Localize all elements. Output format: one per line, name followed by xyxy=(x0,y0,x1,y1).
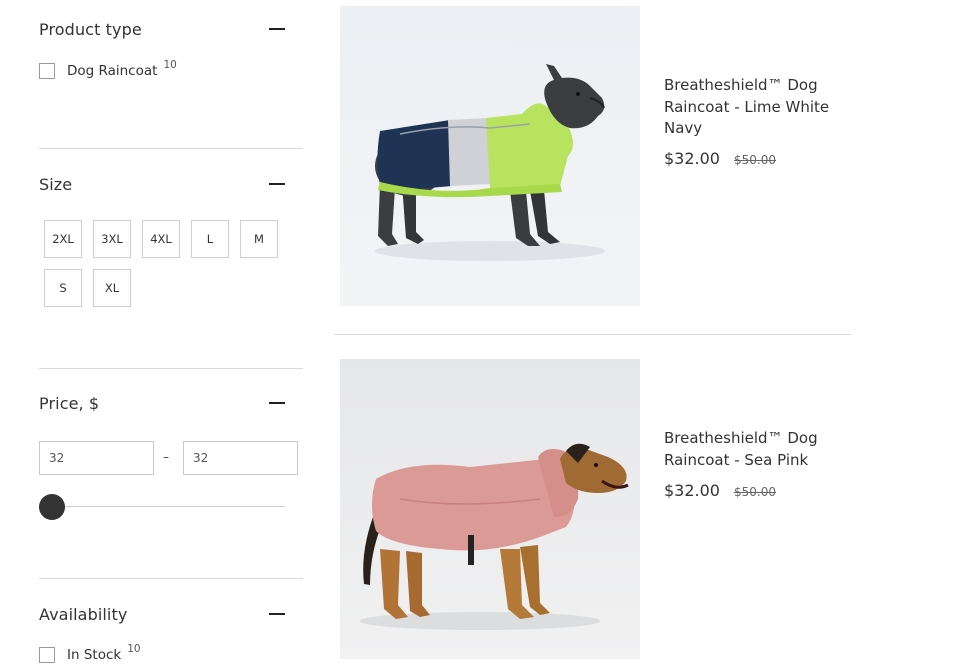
filter-availability-header[interactable]: Availability xyxy=(39,602,285,626)
size-option-xl[interactable]: XL xyxy=(93,269,131,307)
collapse-minus-icon[interactable] xyxy=(269,176,285,192)
filter-divider xyxy=(39,148,303,149)
price-range-separator: – xyxy=(163,450,169,464)
size-option-3xl[interactable]: 3XL xyxy=(93,220,131,258)
filter-product-type-header[interactable]: Product type xyxy=(39,17,285,41)
product-price-row: $32.00 $50.00 xyxy=(664,481,776,500)
size-option-m[interactable]: M xyxy=(240,220,278,258)
filter-option-count: 10 xyxy=(127,643,141,655)
filter-option-dog-raincoat[interactable]: Dog Raincoat 10 xyxy=(39,59,177,79)
size-option-l[interactable]: L xyxy=(191,220,229,258)
filter-size-title: Size xyxy=(39,174,73,194)
size-option-s[interactable]: S xyxy=(44,269,82,307)
filter-divider xyxy=(39,578,303,579)
collection-page: Product type Dog Raincoat 10 Size 2XL 3X… xyxy=(0,0,959,669)
filter-product-type-title: Product type xyxy=(39,19,142,39)
product-price-row: $32.00 $50.00 xyxy=(664,149,776,168)
dog-raincoat-checkbox[interactable] xyxy=(39,63,55,79)
price-slider-track[interactable] xyxy=(52,506,285,507)
price-min-input[interactable] xyxy=(39,441,154,475)
filter-divider xyxy=(39,368,303,369)
collapse-minus-icon[interactable] xyxy=(269,21,285,37)
product-image-lime-raincoat[interactable] xyxy=(340,6,640,306)
price-max-input[interactable] xyxy=(183,441,298,475)
collapse-minus-icon[interactable] xyxy=(269,606,285,622)
filter-price-title: Price, $ xyxy=(39,393,100,413)
product-price: $32.00 xyxy=(664,481,720,500)
product-title-lime-raincoat[interactable]: Breatheshield™ Dog Raincoat - Lime White… xyxy=(664,75,854,140)
price-slider-thumb[interactable] xyxy=(39,494,65,520)
filter-option-label: In Stock xyxy=(67,647,122,663)
product-compare-price: $50.00 xyxy=(733,153,776,167)
product-divider xyxy=(334,334,851,335)
filter-price-header[interactable]: Price, $ xyxy=(39,391,285,415)
product-compare-price: $50.00 xyxy=(733,485,776,499)
large-dog-raincoat-photo xyxy=(340,359,640,659)
filter-option-in-stock[interactable]: In Stock 10 xyxy=(39,643,141,663)
bulldog-raincoat-photo xyxy=(340,6,640,306)
in-stock-checkbox[interactable] xyxy=(39,647,55,663)
product-title-pink-raincoat[interactable]: Breatheshield™ Dog Raincoat - Sea Pink xyxy=(664,428,854,471)
filter-size-header[interactable]: Size xyxy=(39,172,285,196)
filter-availability-title: Availability xyxy=(39,604,128,624)
product-image-pink-raincoat[interactable] xyxy=(340,359,640,659)
size-option-2xl[interactable]: 2XL xyxy=(44,220,82,258)
size-option-4xl[interactable]: 4XL xyxy=(142,220,180,258)
filter-option-count: 10 xyxy=(163,59,177,71)
collapse-minus-icon[interactable] xyxy=(269,395,285,411)
product-price: $32.00 xyxy=(664,149,720,168)
filter-option-label: Dog Raincoat xyxy=(67,63,158,79)
